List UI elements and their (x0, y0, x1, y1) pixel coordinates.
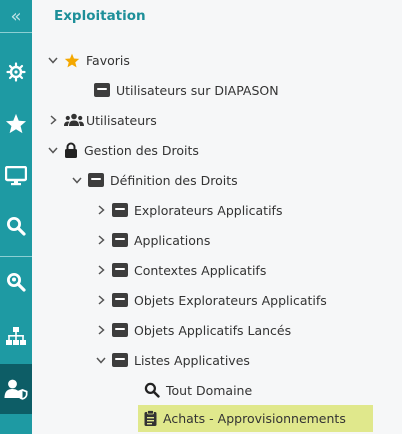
chevron-down-icon[interactable] (46, 147, 60, 154)
chevron-right-icon[interactable] (94, 205, 108, 215)
tree-node-objets-lances[interactable]: Objets Applicatifs Lancés (94, 318, 291, 342)
chevron-down-icon[interactable] (94, 357, 108, 364)
list-doc-icon (112, 323, 128, 337)
page-title: Exploitation (54, 8, 146, 24)
list-doc-icon (112, 353, 128, 367)
left-icon-rail: « (0, 0, 32, 434)
list-doc-icon (112, 293, 128, 307)
tree-node-definition-droits[interactable]: Définition des Droits (70, 168, 238, 192)
tree-node-label: Objets Applicatifs Lancés (134, 322, 292, 338)
list-doc-icon (112, 203, 128, 217)
list-doc-icon (112, 233, 128, 247)
tree-node-label: Contextes Applicatifs (134, 262, 267, 278)
tree-node-gestion-droits[interactable]: Gestion des Droits (46, 138, 199, 162)
list-doc-icon (88, 173, 104, 187)
clipboard-icon (144, 410, 157, 426)
tree-node-label: Favoris (86, 52, 130, 68)
lock-icon (64, 142, 78, 158)
list-doc-icon (94, 83, 110, 97)
tree-node-achats-selected[interactable]: Achats - Approvisionnements (144, 406, 346, 430)
star-icon[interactable] (0, 105, 32, 141)
tree-node-objets-explorateurs[interactable]: Objets Explorateurs Applicatifs (94, 288, 327, 312)
tree-node-label: Utilisateurs (86, 112, 157, 128)
tree-node-label: Applications (134, 232, 211, 248)
chevron-down-icon[interactable] (46, 57, 60, 64)
search-icon (144, 382, 160, 398)
tree-node-utilisateurs[interactable]: Utilisateurs (46, 108, 157, 132)
app-window: « Exploitation Favoris Utilisateurs sur … (0, 0, 402, 434)
search-icon[interactable] (0, 208, 32, 244)
users-icon (64, 113, 84, 127)
tree-node-label: Listes Applicatives (134, 352, 250, 368)
tree-node-label: Gestion des Droits (84, 142, 199, 158)
tree-node-label: Explorateurs Applicatifs (134, 202, 283, 218)
tree-node-favoris[interactable]: Favoris (46, 48, 130, 72)
monitor-icon[interactable] (0, 158, 32, 194)
user-shield-icon[interactable] (0, 364, 32, 414)
tree-panel: Exploitation Favoris Utilisateurs sur DI… (32, 0, 402, 434)
tree-node-listes-applicatives[interactable]: Listes Applicatives (94, 348, 250, 372)
tree-node-contextes-applicatifs[interactable]: Contextes Applicatifs (94, 258, 266, 282)
tree-node-utilisateurs-diapason[interactable]: Utilisateurs sur DIAPASON (94, 78, 279, 102)
chevron-right-icon[interactable] (94, 325, 108, 335)
tree-node-applications[interactable]: Applications (94, 228, 210, 252)
tree-node-label: Utilisateurs sur DIAPASON (116, 82, 279, 98)
tree-node-label: Objets Explorateurs Applicatifs (134, 292, 327, 308)
chevron-right-icon[interactable] (94, 235, 108, 245)
tree-node-label: Définition des Droits (110, 172, 238, 188)
helm-icon[interactable] (0, 54, 32, 90)
chevron-right-icon[interactable] (94, 295, 108, 305)
location-search-icon[interactable] (0, 264, 32, 300)
rail-divider (0, 32, 32, 33)
tree-node-label: Achats - Approvisionnements (163, 410, 346, 426)
chevron-down-icon[interactable] (70, 177, 84, 184)
rail-divider (0, 256, 32, 257)
tree-node-tout-domaine[interactable]: Tout Domaine (144, 378, 252, 402)
chevron-right-icon[interactable] (46, 115, 60, 125)
tree-node-label: Tout Domaine (166, 382, 253, 398)
tree-node-explorateurs-applicatifs[interactable]: Explorateurs Applicatifs (94, 198, 282, 222)
org-chart-icon[interactable] (0, 318, 32, 354)
star-icon (64, 53, 80, 68)
chevron-right-icon[interactable] (94, 265, 108, 275)
collapse-sidebar-icon[interactable]: « (0, 0, 32, 32)
list-doc-icon (112, 263, 128, 277)
